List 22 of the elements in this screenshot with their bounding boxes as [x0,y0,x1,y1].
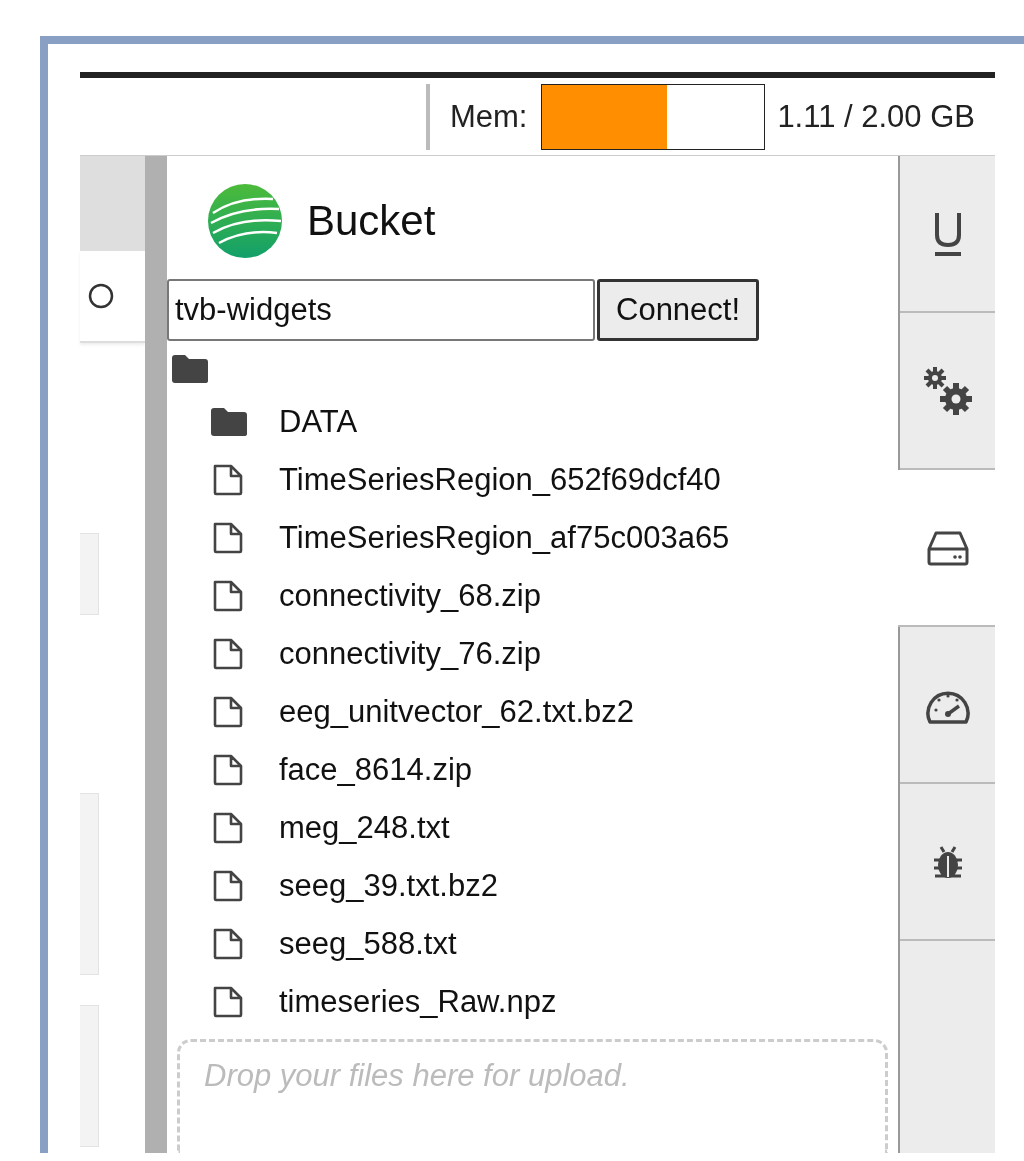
drop-zone-text: Drop your files here for upload. [204,1058,630,1093]
memory-reading: 1.11 / 2.00 GB [777,98,975,135]
radio-icon[interactable] [88,283,114,309]
file-list-item[interactable]: seeg_39.txt.bz2 [279,868,498,904]
logo-icon [207,183,283,259]
memory-label: Mem: [449,98,528,135]
file-list-item[interactable]: connectivity_68.zip [279,578,541,614]
file-list-item[interactable]: meg_248.txt [279,810,450,846]
file-list-item[interactable]: seeg_588.txt [279,926,457,962]
file-list-item[interactable]: timeseries_Raw.npz [279,984,557,1020]
gears-icon [921,364,974,417]
connect-button[interactable]: Connect! [597,279,760,341]
folder-icon[interactable] [170,354,210,384]
file-list-item[interactable]: connectivity_76.zip [279,636,541,672]
file-list-item[interactable]: DATA [279,404,358,440]
bucket-name-field[interactable]: tvb-widgets [167,279,595,341]
file-list-item[interactable]: eeg_unitvector_62.txt.bz2 [279,694,635,730]
file-list-item[interactable]: TimeSeriesRegion_af75c003a65 [279,520,730,556]
panel-title: Bucket [307,197,436,245]
file-list-item[interactable]: face_8614.zip [279,752,473,788]
file-list-item[interactable]: TimeSeriesRegion_652f69dcf40 [279,462,721,498]
folder-icon [209,407,249,437]
